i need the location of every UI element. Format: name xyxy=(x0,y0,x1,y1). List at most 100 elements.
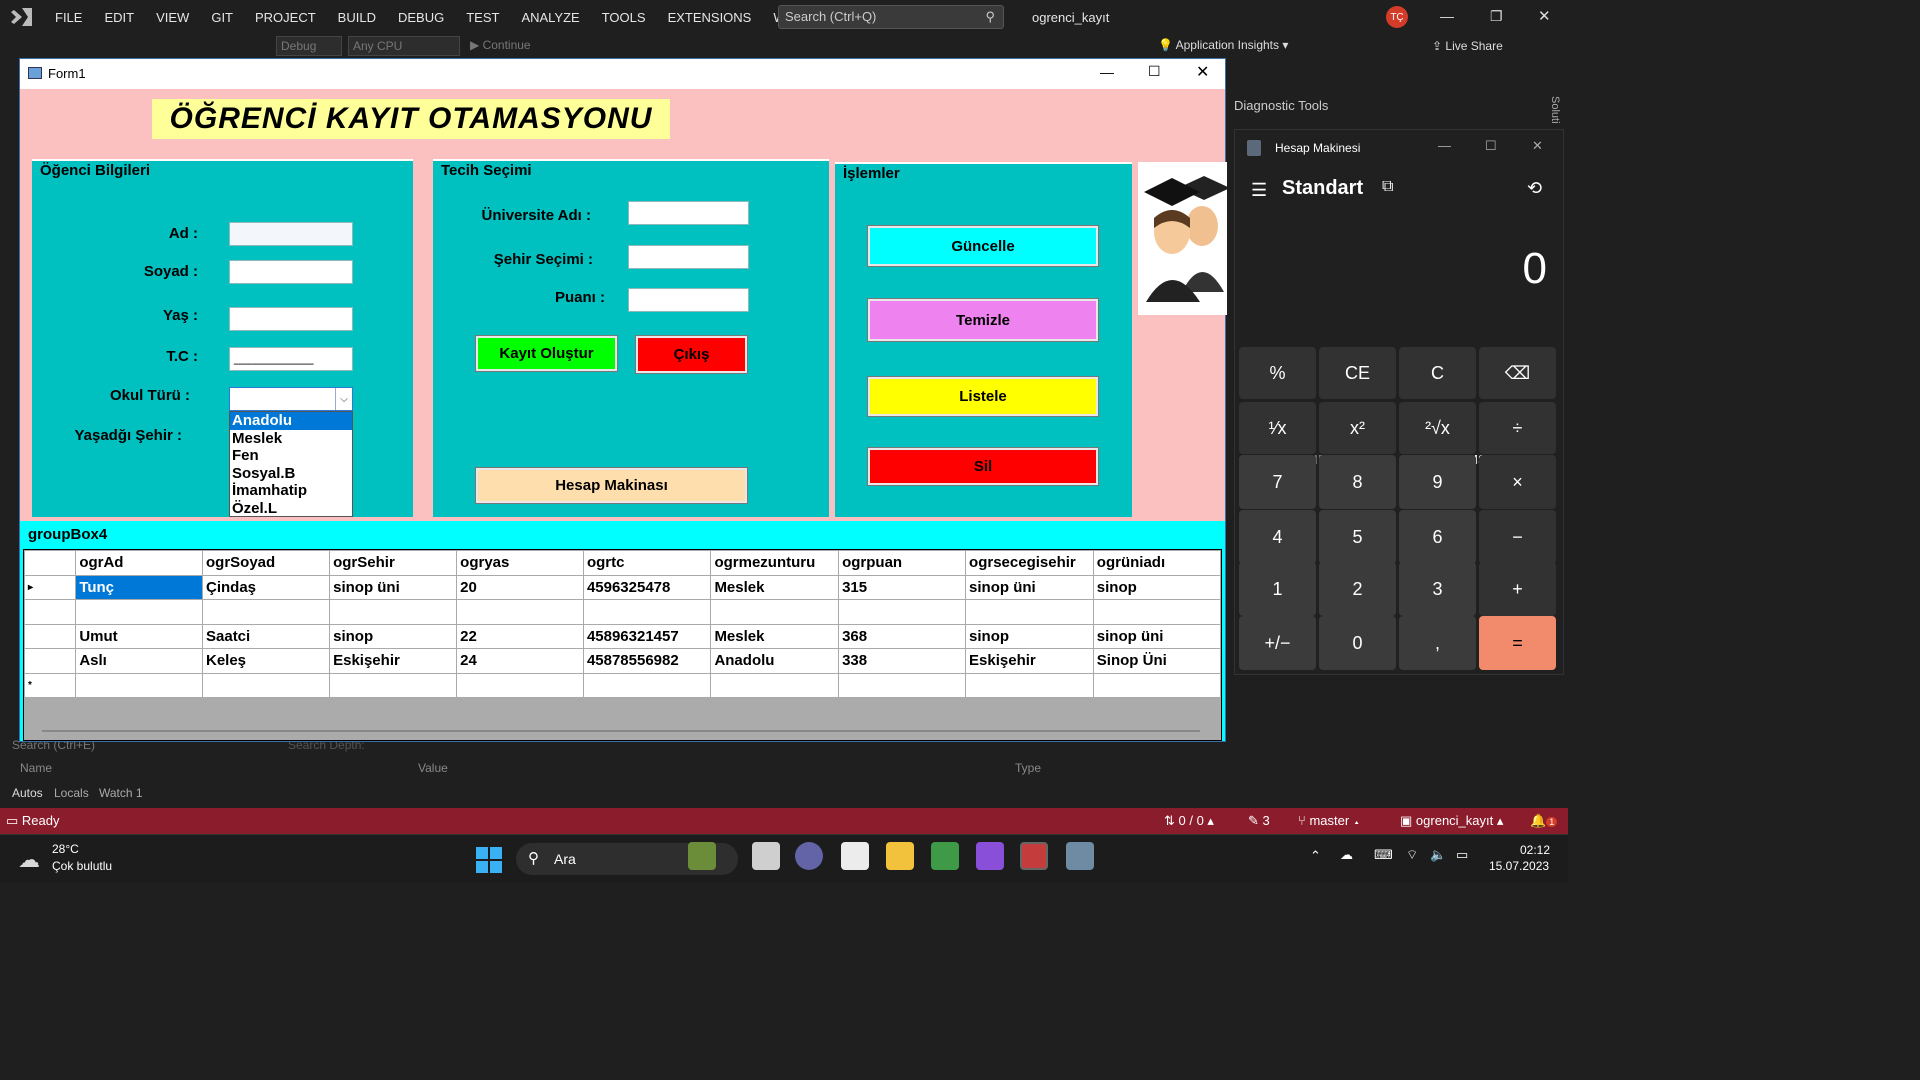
cikis-button[interactable]: Çıkış xyxy=(635,335,748,374)
table-cell[interactable] xyxy=(838,599,967,625)
menu-item-git[interactable]: GIT xyxy=(200,10,244,25)
calculator-key[interactable]: ²√x xyxy=(1399,402,1476,454)
history-icon[interactable]: ⟲ xyxy=(1527,178,1542,199)
menu-item-analyze[interactable]: ANALYZE xyxy=(510,10,590,25)
table-cell[interactable]: sinop üni xyxy=(329,574,458,600)
calculator-key[interactable]: + xyxy=(1479,562,1556,616)
dropdown-option[interactable]: Anadolu xyxy=(230,412,352,430)
table-cell[interactable]: Çindaş xyxy=(201,574,331,600)
table-cell[interactable] xyxy=(329,672,458,698)
calculator-key[interactable]: 1 xyxy=(1239,562,1316,616)
form-app-taskbar-icon[interactable] xyxy=(1020,842,1048,870)
table-cell[interactable] xyxy=(965,672,1094,698)
tab-locals[interactable]: Locals xyxy=(54,786,89,800)
table-row[interactable]: Aslı Keleş Eskişehir 24 45878556982 Anadolu 33… xyxy=(23,648,1222,674)
table-cell[interactable]: Sinop Üni xyxy=(1092,648,1222,674)
table-cell[interactable] xyxy=(582,599,712,625)
grid-column-header[interactable]: ogrSehir xyxy=(329,550,458,576)
task-view-icon[interactable] xyxy=(752,842,780,870)
calculator-key[interactable]: , xyxy=(1399,616,1476,670)
table-row[interactable]: * xyxy=(23,672,1222,698)
calculator-key[interactable]: 6 xyxy=(1399,510,1476,564)
table-cell[interactable]: Meslek xyxy=(710,574,840,600)
calculator-key[interactable]: − xyxy=(1479,510,1556,564)
calculator-taskbar-icon[interactable] xyxy=(1066,842,1094,870)
table-cell[interactable] xyxy=(582,672,712,698)
form-close-icon[interactable]: ✕ xyxy=(1196,62,1209,82)
grid-column-header[interactable]: ogrAd xyxy=(75,550,203,576)
grid-column-header[interactable]: ogryas xyxy=(456,550,584,576)
wifi-icon[interactable]: ⌔ xyxy=(1406,847,1418,863)
table-cell[interactable]: sinop üni xyxy=(965,574,1094,600)
okul-turu-combobox[interactable]: ⌵ xyxy=(229,387,353,411)
status-lines[interactable]: ⇅ 0 / 0 ▴ xyxy=(1164,813,1214,829)
table-cell[interactable] xyxy=(75,672,203,698)
table-cell[interactable] xyxy=(456,599,584,625)
horizontal-scrollbar[interactable] xyxy=(42,730,1200,732)
status-edits[interactable]: ✎ 3 xyxy=(1248,813,1270,829)
menu-item-tools[interactable]: TOOLS xyxy=(591,10,657,25)
table-cell[interactable]: Meslek xyxy=(710,623,840,649)
grid-corner-cell[interactable] xyxy=(23,550,77,576)
continue-button[interactable]: ▶ Continue xyxy=(470,38,531,52)
table-cell[interactable] xyxy=(1092,672,1222,698)
calculator-key[interactable]: 4 xyxy=(1239,510,1316,564)
hamburger-menu-icon[interactable]: ☰ xyxy=(1251,180,1267,201)
table-cell[interactable]: sinop xyxy=(1092,574,1222,600)
calculator-key[interactable]: × xyxy=(1479,455,1556,509)
form-maximize-icon[interactable]: ☐ xyxy=(1148,63,1161,80)
status-branch[interactable]: ⑂ master ▴ xyxy=(1298,813,1361,828)
menu-item-extensions[interactable]: EXTENSIONS xyxy=(657,10,763,25)
grid-column-header[interactable]: ogrtc xyxy=(582,550,712,576)
hesap-makinasi-button[interactable]: Hesap Makinası xyxy=(475,467,748,504)
table-cell[interactable]: 368 xyxy=(838,623,967,649)
minimize-icon[interactable]: — xyxy=(1440,8,1454,24)
grid-column-header[interactable]: ogrmezunturu xyxy=(710,550,840,576)
table-cell[interactable] xyxy=(965,599,1094,625)
clock-time[interactable]: 02:12 xyxy=(1520,843,1550,857)
row-header[interactable] xyxy=(23,599,77,625)
calculator-key[interactable]: ÷ xyxy=(1479,402,1556,454)
table-cell[interactable]: Tunç xyxy=(75,574,203,600)
sil-button[interactable]: Sil xyxy=(867,447,1099,486)
table-cell[interactable]: 338 xyxy=(838,648,967,674)
menu-item-project[interactable]: PROJECT xyxy=(244,10,327,25)
soyad-input[interactable] xyxy=(229,260,353,284)
calculator-key[interactable]: x² xyxy=(1319,402,1396,454)
status-repo[interactable]: ▣ ogrenci_kayıt ▴ xyxy=(1400,813,1503,829)
table-cell[interactable]: sinop xyxy=(965,623,1094,649)
ad-input[interactable] xyxy=(229,222,353,246)
calculator-key[interactable]: CE xyxy=(1319,347,1396,399)
form-minimize-icon[interactable]: — xyxy=(1100,64,1114,80)
table-cell[interactable]: 45878556982 xyxy=(582,648,712,674)
table-cell[interactable]: Eskişehir xyxy=(329,648,458,674)
notifications-icon[interactable]: 🔔 1 xyxy=(1530,813,1558,829)
grid-column-header[interactable]: ogrsecegisehir xyxy=(965,550,1094,576)
row-header[interactable] xyxy=(23,623,77,649)
vs-search-input[interactable]: Search (Ctrl+Q) ⚲ xyxy=(778,5,1004,29)
table-cell[interactable] xyxy=(838,672,967,698)
row-header[interactable]: * xyxy=(23,672,77,698)
table-cell[interactable]: Eskişehir xyxy=(965,648,1094,674)
calculator-key[interactable]: 0 xyxy=(1319,616,1396,670)
close-icon[interactable]: ✕ xyxy=(1538,7,1551,25)
tab-autos[interactable]: Autos xyxy=(12,786,43,800)
tc-masked-input[interactable]: ___________ xyxy=(229,347,353,371)
puan-input[interactable] xyxy=(628,288,749,312)
table-cell[interactable]: 20 xyxy=(456,574,584,600)
table-row[interactable] xyxy=(23,599,1222,625)
clock-date[interactable]: 15.07.2023 xyxy=(1489,859,1549,873)
grid-column-header[interactable]: ogrSoyad xyxy=(201,550,331,576)
grid-column-header[interactable]: ogrpuan xyxy=(838,550,967,576)
teams-icon[interactable] xyxy=(795,842,823,870)
guncelle-button[interactable]: Güncelle xyxy=(867,225,1099,267)
table-cell[interactable] xyxy=(329,599,458,625)
table-cell[interactable]: Keleş xyxy=(201,648,331,674)
calculator-key[interactable]: ¹⁄x xyxy=(1239,402,1316,454)
table-cell[interactable] xyxy=(710,672,840,698)
dropdown-option[interactable]: Fen xyxy=(230,447,352,465)
microsoft-store-icon[interactable] xyxy=(841,842,869,870)
grid-column-header[interactable]: ogrüniadı xyxy=(1092,550,1222,576)
listele-button[interactable]: Listele xyxy=(867,376,1099,417)
menu-item-debug[interactable]: DEBUG xyxy=(387,10,455,25)
